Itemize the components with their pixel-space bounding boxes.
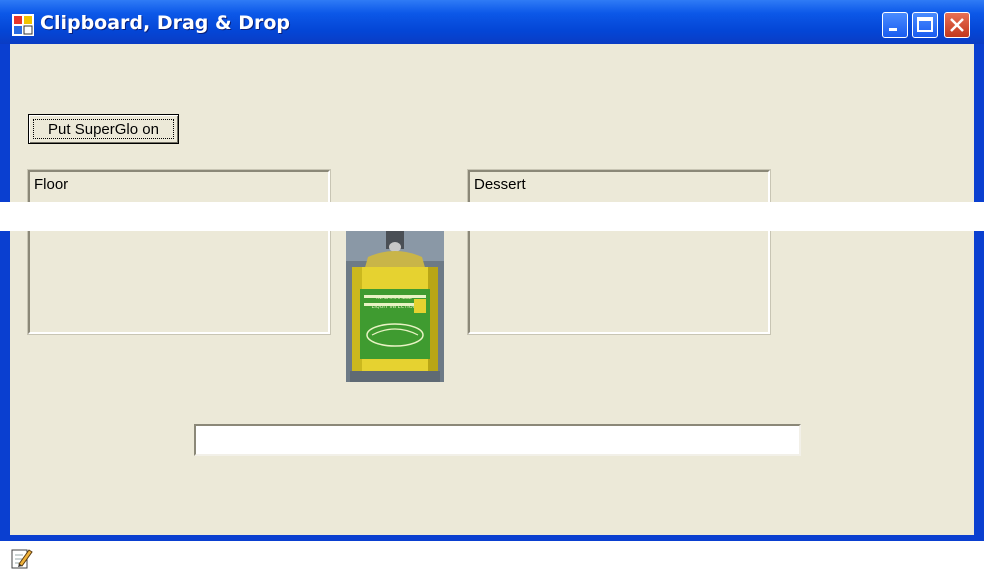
white-band bbox=[0, 202, 984, 231]
minimize-icon bbox=[889, 28, 897, 31]
edit-icon[interactable] bbox=[10, 546, 34, 570]
close-button[interactable] bbox=[944, 12, 970, 38]
title-bar[interactable]: Clipboard, Drag & Drop bbox=[0, 0, 984, 44]
dessert-panel[interactable]: Dessert bbox=[467, 169, 771, 335]
can-label-line-1: INFLAMMABLE bbox=[376, 295, 412, 301]
dessert-label: Dessert bbox=[474, 176, 526, 193]
can-label-line-2: LIQUIT INFECTION bbox=[372, 304, 417, 310]
app-icon bbox=[12, 14, 34, 36]
window-title: Clipboard, Drag & Drop bbox=[40, 12, 291, 34]
maximize-icon bbox=[917, 17, 933, 32]
put-superglo-button-label: Put SuperGlo on bbox=[33, 119, 174, 139]
floor-label: Floor bbox=[34, 176, 69, 193]
minimize-button[interactable] bbox=[882, 12, 908, 38]
floor-panel[interactable]: Floor bbox=[27, 169, 331, 335]
drop-text-input[interactable] bbox=[194, 424, 801, 456]
close-icon bbox=[950, 18, 964, 32]
put-superglo-button[interactable]: Put SuperGlo on bbox=[28, 114, 179, 144]
superglo-can-image[interactable]: INFLAMMABLE LIQUIT INFECTION bbox=[346, 231, 444, 382]
maximize-button[interactable] bbox=[912, 12, 938, 38]
